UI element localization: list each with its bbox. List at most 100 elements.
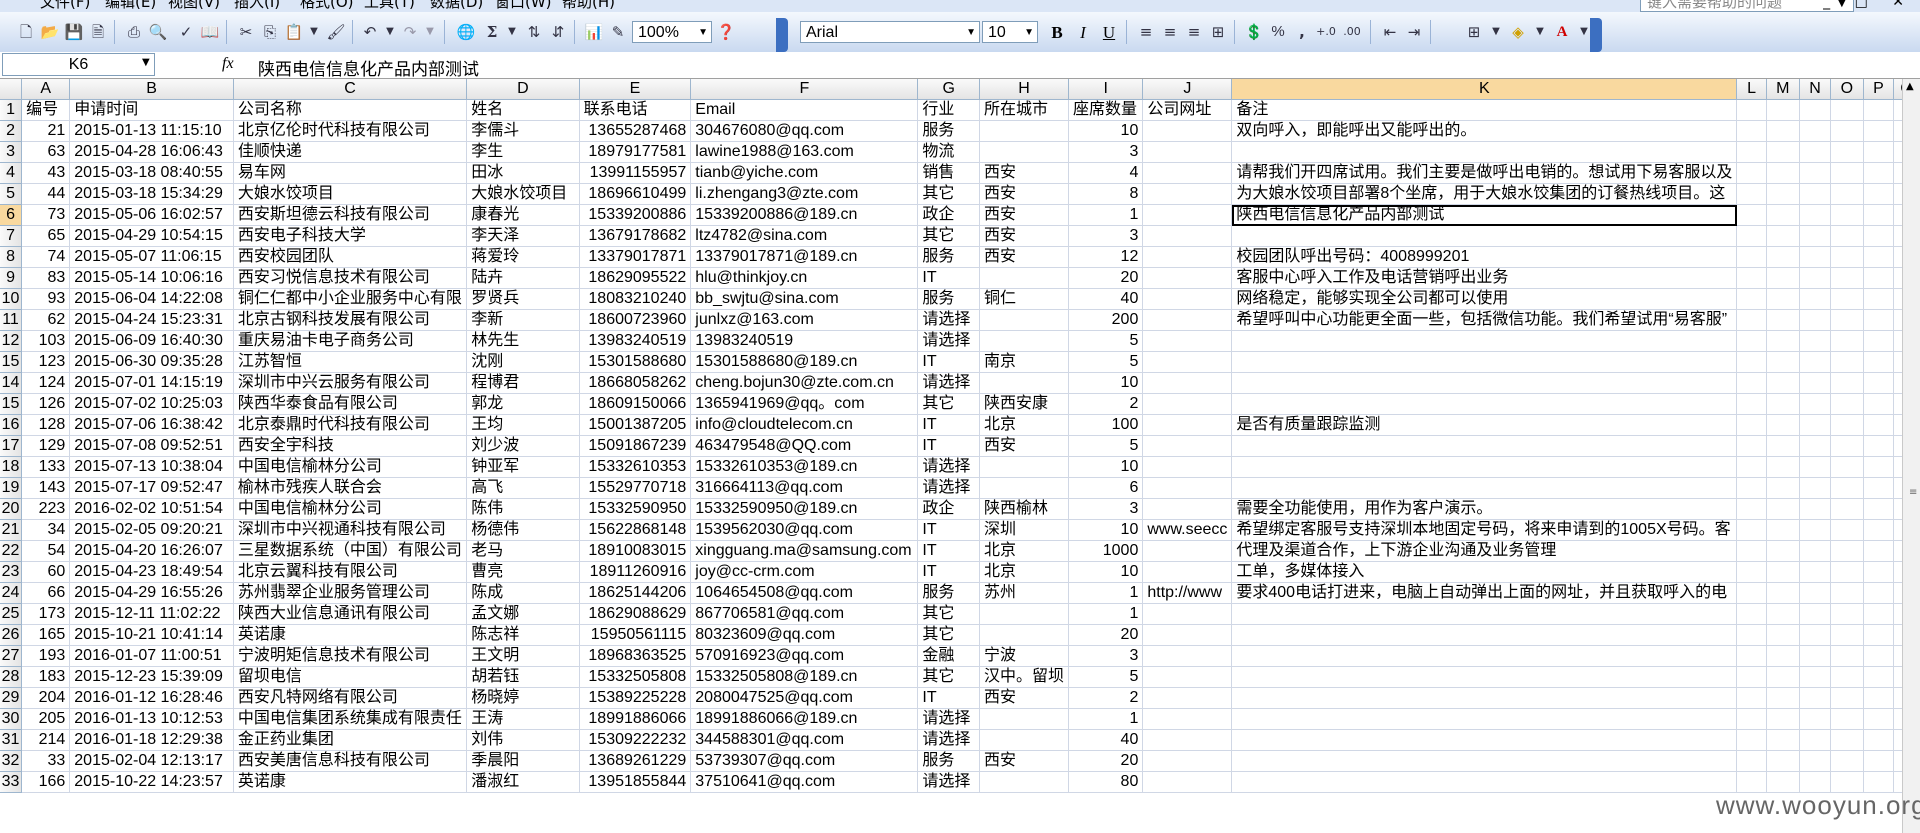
column-header[interactable]: G xyxy=(917,79,981,100)
cell-F[interactable]: 15332590950@189.cn xyxy=(690,498,919,520)
cell-M[interactable] xyxy=(1766,120,1800,142)
cell-J[interactable] xyxy=(1142,624,1233,646)
cell-C[interactable]: 江苏智恒 xyxy=(233,351,468,373)
cell-C[interactable]: 中国电信榆林分公司 xyxy=(233,498,468,520)
redo-icon[interactable]: ↷ xyxy=(400,22,420,42)
autosum-icon[interactable]: Σ xyxy=(482,22,502,42)
cell-C[interactable]: 西安全宇科技 xyxy=(233,435,468,457)
cell-M[interactable] xyxy=(1766,372,1800,394)
cell-B[interactable]: 2015-04-20 16:26:07 xyxy=(69,540,234,562)
cell-H[interactable]: 西安 xyxy=(979,435,1070,457)
cell-M[interactable] xyxy=(1766,477,1800,499)
cell-I[interactable]: 10 xyxy=(1068,519,1144,541)
cell-I[interactable]: 2 xyxy=(1068,687,1144,709)
cell-O[interactable] xyxy=(1830,141,1864,163)
cell-D[interactable]: 程博君 xyxy=(466,372,580,394)
cell-A[interactable]: 73 xyxy=(21,204,71,226)
cell-D[interactable]: 李新 xyxy=(466,309,580,331)
chevron-down-icon[interactable]: ▼ xyxy=(142,57,150,68)
row-header[interactable]: 15 xyxy=(0,393,23,415)
cell-B[interactable]: 2015-10-21 10:41:14 xyxy=(69,624,234,646)
cell-F[interactable]: 1539562030@qq.com xyxy=(690,519,919,541)
cell-N[interactable] xyxy=(1799,645,1832,667)
cell-D[interactable]: 刘少波 xyxy=(466,435,580,457)
menu-item[interactable]: 数据(D) xyxy=(430,0,483,12)
cell-H[interactable] xyxy=(979,477,1070,499)
cell-M[interactable] xyxy=(1766,750,1800,772)
cell-F[interactable]: info@cloudtelecom.cn xyxy=(690,414,919,436)
cell-E[interactable]: 18979177581 xyxy=(579,141,692,163)
cell-J[interactable] xyxy=(1142,225,1233,247)
cell-O[interactable] xyxy=(1830,603,1864,625)
cell-A[interactable]: 165 xyxy=(21,624,71,646)
cell-N[interactable] xyxy=(1799,729,1832,751)
decrease-indent-icon[interactable]: ⇤ xyxy=(1380,22,1400,42)
open-folder-icon[interactable]: 📂 xyxy=(40,22,60,42)
cell-J[interactable] xyxy=(1142,183,1233,205)
cell-J[interactable] xyxy=(1142,330,1233,352)
cell-O[interactable] xyxy=(1830,183,1864,205)
cell-D[interactable]: 康春光 xyxy=(466,204,580,226)
italic-button[interactable]: I xyxy=(1072,22,1094,44)
cell-I[interactable]: 200 xyxy=(1068,309,1144,331)
cell-N[interactable] xyxy=(1799,519,1832,541)
cell-J[interactable] xyxy=(1142,372,1233,394)
cell-F[interactable]: 344588301@qq.com xyxy=(690,729,919,751)
cell-B[interactable]: 2015-12-23 15:39:09 xyxy=(69,666,234,688)
cell-D[interactable]: 李生 xyxy=(466,141,580,163)
cell-J[interactable] xyxy=(1142,708,1233,730)
cell-D[interactable]: 王文明 xyxy=(466,645,580,667)
cell-J[interactable] xyxy=(1142,435,1233,457)
cell-M[interactable] xyxy=(1766,330,1800,352)
print-icon[interactable]: ⎙ xyxy=(124,22,144,42)
cell-K[interactable] xyxy=(1231,708,1738,730)
cell-A[interactable]: 128 xyxy=(21,414,71,436)
row-header[interactable]: 4 xyxy=(0,162,23,184)
cell-O[interactable] xyxy=(1830,708,1864,730)
cell-C[interactable]: 西安电子科技大学 xyxy=(233,225,468,247)
cell-J[interactable] xyxy=(1142,771,1233,793)
row-header[interactable]: 30 xyxy=(0,708,23,730)
cell-K[interactable]: 校园团队呼出号码：4008999201 xyxy=(1231,246,1738,268)
cell-C[interactable]: 铜仁仁都中小企业服务中心有限 xyxy=(233,288,468,310)
cell-L[interactable] xyxy=(1736,204,1767,226)
cell-B[interactable]: 2016-01-07 11:00:51 xyxy=(69,645,234,667)
align-right-icon[interactable]: ≡ xyxy=(1184,22,1204,42)
cell-D[interactable]: 蒋爱玲 xyxy=(466,246,580,268)
cell-O[interactable] xyxy=(1830,309,1864,331)
cell-B[interactable]: 2015-04-28 16:06:43 xyxy=(69,141,234,163)
cell-H[interactable]: 西安 xyxy=(979,204,1070,226)
cell-H[interactable]: 北京 xyxy=(979,561,1070,583)
cell-G[interactable]: 请选择 xyxy=(917,708,981,730)
cell-K[interactable] xyxy=(1231,225,1738,247)
cell-G[interactable]: IT xyxy=(917,435,981,457)
cell-F[interactable]: Email xyxy=(690,99,919,121)
cell-J[interactable] xyxy=(1142,393,1233,415)
cell-H[interactable]: 西安 xyxy=(979,162,1070,184)
cell-E[interactable]: 18968363525 xyxy=(579,645,692,667)
cell-P[interactable] xyxy=(1863,666,1895,688)
cell-L[interactable] xyxy=(1736,120,1767,142)
cell-O[interactable] xyxy=(1830,435,1864,457)
cell-M[interactable] xyxy=(1766,708,1800,730)
cell-K[interactable] xyxy=(1231,141,1738,163)
cell-B[interactable]: 申请时间 xyxy=(69,99,234,121)
cell-E[interactable]: 18609150066 xyxy=(579,393,692,415)
cell-D[interactable]: 王涛 xyxy=(466,708,580,730)
cell-C[interactable]: 北京云翼科技有限公司 xyxy=(233,561,468,583)
cell-B[interactable]: 2015-03-18 08:40:55 xyxy=(69,162,234,184)
cell-B[interactable]: 2015-04-29 16:55:26 xyxy=(69,582,234,604)
cell-G[interactable]: 请选择 xyxy=(917,330,981,352)
column-header[interactable]: C xyxy=(233,79,468,100)
cell-E[interactable]: 13689261229 xyxy=(579,750,692,772)
cell-G[interactable]: 其它 xyxy=(917,666,981,688)
cell-D[interactable]: 陈伟 xyxy=(466,498,580,520)
cell-F[interactable]: 2080047525@qq.com xyxy=(690,687,919,709)
cell-P[interactable] xyxy=(1863,309,1895,331)
cell-M[interactable] xyxy=(1766,435,1800,457)
cell-O[interactable] xyxy=(1830,666,1864,688)
column-header[interactable]: P xyxy=(1863,79,1895,100)
row-header[interactable]: 15 xyxy=(0,351,23,373)
cell-C[interactable]: 西安习悦信息技术有限公司 xyxy=(233,267,468,289)
cell-E[interactable]: 18910083015 xyxy=(579,540,692,562)
